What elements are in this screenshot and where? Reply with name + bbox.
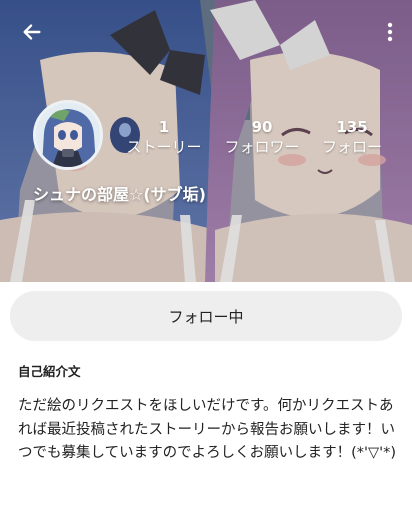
avatar[interactable]	[33, 100, 103, 170]
following-button[interactable]: フォロー中	[10, 291, 402, 341]
more-vertical-icon	[387, 22, 393, 42]
following-count: 135	[336, 118, 368, 136]
stories-label: ストーリー	[126, 138, 202, 156]
following-label: フォロー	[321, 138, 382, 156]
bio-text: ただ絵のリクエストをほしいだけです。何かリクエストあれば最近投稿されたストーリー…	[18, 398, 397, 461]
stat-following[interactable]: 135 フォロー	[316, 118, 388, 157]
arrow-left-icon	[23, 24, 41, 40]
stories-count: 1	[158, 118, 170, 136]
more-options-button[interactable]	[378, 14, 402, 50]
profile-header: 1 ストーリー 90 フォロワー 135 フォロー シュナの部屋☆(サブ垢)	[0, 0, 412, 282]
followers-count: 90	[251, 118, 273, 136]
back-button[interactable]	[14, 14, 50, 50]
profile-screen: 1 ストーリー 90 フォロワー 135 フォロー シュナの部屋☆(サブ垢) フ…	[0, 0, 412, 512]
followers-label: フォロワー	[224, 138, 300, 156]
stat-stories[interactable]: 1 ストーリー	[122, 118, 206, 157]
username: シュナの部屋☆(サブ垢)	[33, 185, 206, 204]
stat-followers[interactable]: 90 フォロワー	[218, 118, 306, 157]
avatar-image	[36, 103, 100, 167]
bio-heading: 自己紹介文	[18, 364, 81, 379]
